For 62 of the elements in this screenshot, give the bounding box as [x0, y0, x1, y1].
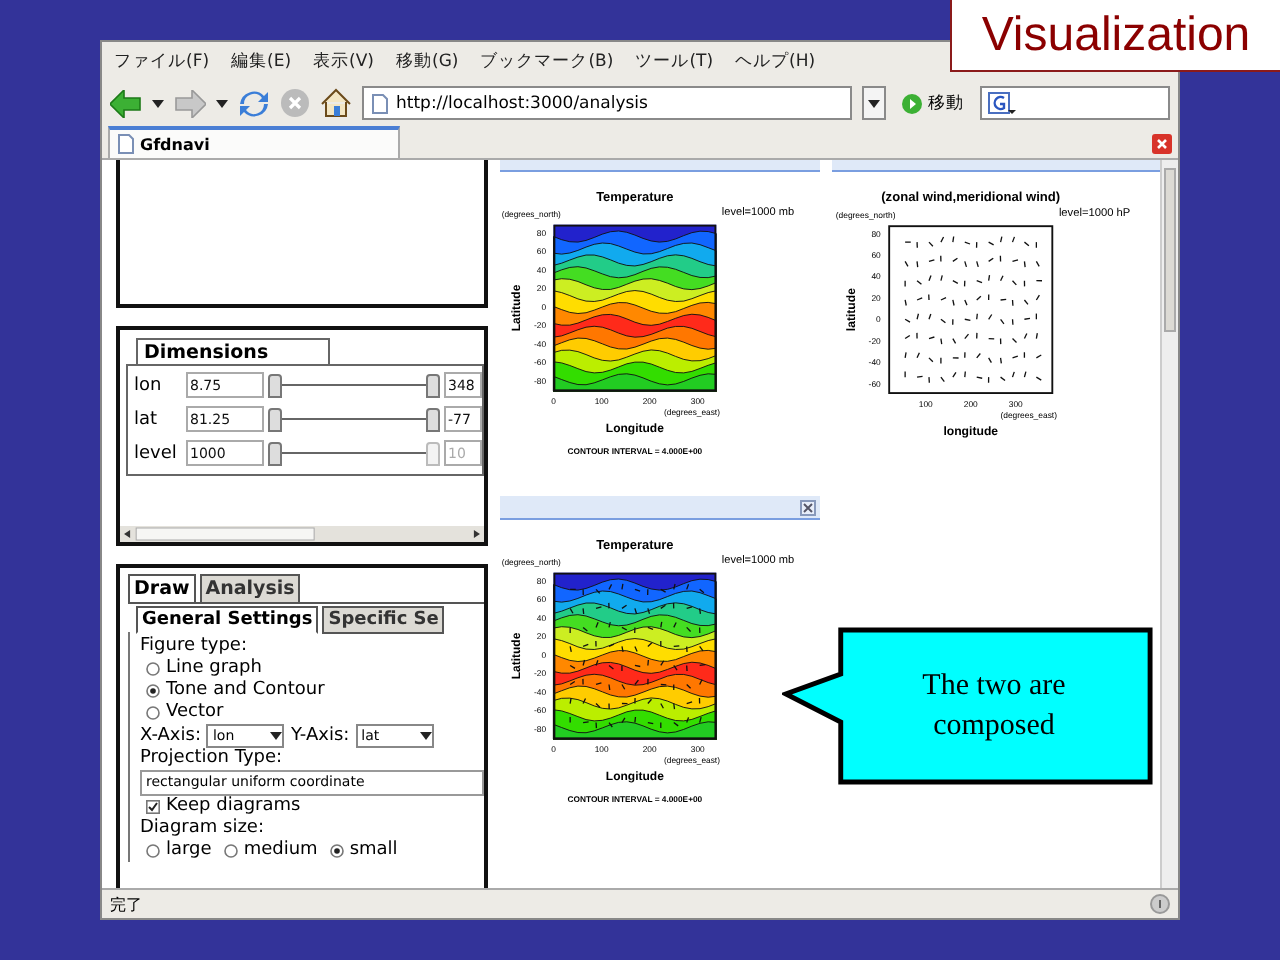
section-label: Diagram size:: [140, 818, 266, 840]
option-label: Line graph: [166, 658, 262, 680]
status-text: 完了: [110, 893, 142, 915]
radio-button[interactable]: [223, 844, 238, 858]
axis-select-label: X-Axis:: [140, 725, 201, 747]
dropdown-button[interactable]: [862, 86, 886, 120]
slide-title: Visualization: [950, 0, 1280, 72]
caret-icon: [419, 732, 432, 740]
option-label: medium: [243, 840, 318, 862]
close-icon[interactable]: [800, 499, 816, 515]
menu-item[interactable]: 編集(E): [231, 49, 292, 73]
reload-icon[interactable]: [238, 87, 270, 119]
dimension-label: level: [134, 443, 179, 463]
caret-icon: [216, 99, 228, 107]
section-label: Projection Type:: [140, 748, 285, 770]
option-label: Keep diagrams: [166, 796, 301, 818]
radio-button[interactable]: [146, 662, 160, 676]
option-label: small: [349, 840, 398, 862]
dimension-label: lon: [134, 375, 164, 395]
horizontal-scrollbar[interactable]: [120, 526, 484, 542]
option-label: Tone and Contour: [166, 680, 325, 702]
dimensions-tab[interactable]: Dimensions: [136, 338, 331, 364]
range-slider[interactable]: [268, 373, 440, 397]
menu-item[interactable]: ツール(T): [635, 49, 714, 73]
dimension-label: lat: [134, 409, 160, 429]
caret-icon: [270, 732, 283, 740]
settings-tab[interactable]: Specific Se: [322, 606, 445, 634]
section-label: Figure type:: [140, 636, 249, 658]
caret-icon: [868, 99, 880, 107]
menu-item[interactable]: ファイル(F): [114, 49, 210, 73]
close-tab-icon[interactable]: [1152, 134, 1172, 154]
checkbox[interactable]: [146, 800, 160, 814]
go-button[interactable]: 移動: [896, 91, 970, 115]
search-field[interactable]: [980, 86, 1170, 120]
menu-item[interactable]: ヘルプ(H): [735, 49, 816, 73]
option-label: large: [166, 840, 212, 862]
radio-button[interactable]: [146, 706, 160, 720]
radio-button[interactable]: [146, 684, 160, 698]
menu-item[interactable]: 移動(G): [396, 49, 459, 73]
page-icon: [118, 134, 134, 154]
range-slider[interactable]: [268, 441, 440, 465]
callout-text: The two are composed: [920, 668, 1068, 746]
radio-button[interactable]: [329, 844, 344, 858]
vertical-scrollbar[interactable]: [1160, 160, 1178, 888]
panel-tab[interactable]: Analysis: [199, 574, 301, 604]
menu-item[interactable]: 表示(V): [313, 49, 374, 73]
caret-icon: [152, 99, 164, 107]
panel-tab[interactable]: Draw: [128, 574, 196, 604]
back-arrow-icon[interactable]: [110, 89, 142, 117]
go-icon: [902, 93, 922, 113]
range-slider[interactable]: [268, 407, 440, 431]
axis-select-label: Y-Axis:: [290, 725, 350, 747]
option-label: Vector: [166, 702, 224, 724]
home-icon[interactable]: [320, 88, 352, 118]
browser-tab[interactable]: Gfdnavi: [108, 126, 400, 158]
menu-item[interactable]: ブックマーク(B): [480, 49, 614, 73]
status-icon: [1150, 894, 1170, 914]
search-engine-icon: [988, 92, 1016, 114]
page-icon: [372, 93, 388, 113]
settings-tab[interactable]: General Settings: [136, 606, 319, 634]
address-field[interactable]: http://localhost:3000/analysis: [362, 86, 852, 120]
radio-button[interactable]: [146, 844, 160, 858]
